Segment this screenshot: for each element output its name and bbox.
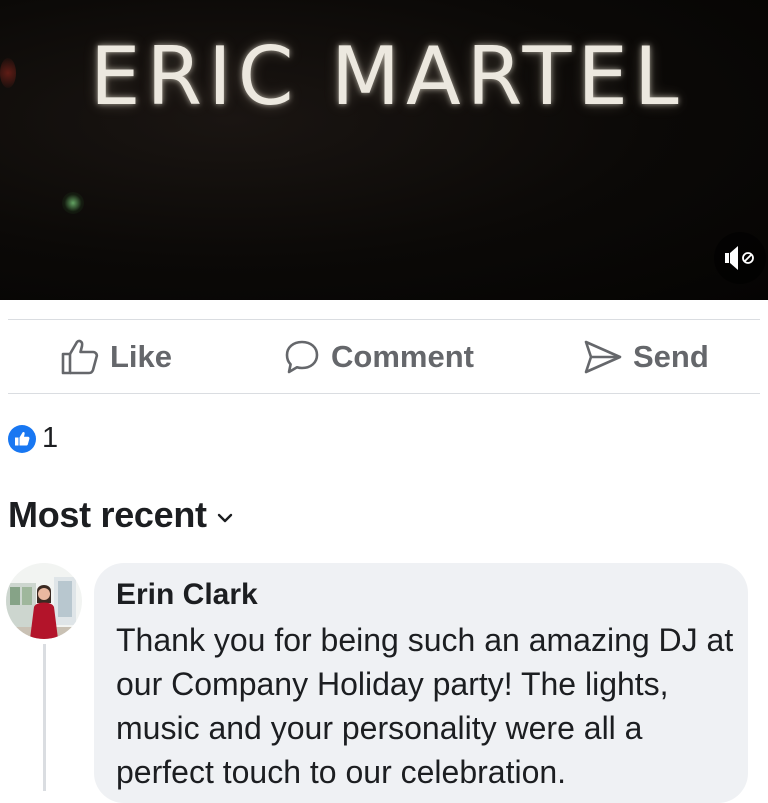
avatar[interactable] <box>6 563 82 639</box>
comment-sort-dropdown[interactable]: Most recent <box>8 494 233 536</box>
speaker-muted-icon[interactable] <box>714 232 766 284</box>
post-action-bar: Like Comment Send <box>0 320 768 394</box>
sort-label: Most recent <box>8 494 207 535</box>
thread-line <box>43 644 46 791</box>
chevron-down-icon <box>217 513 232 523</box>
comment-label: Comment <box>331 339 474 374</box>
send-label: Send <box>633 339 709 374</box>
like-label: Like <box>110 339 173 374</box>
send-button[interactable]: Send <box>583 320 709 394</box>
comment-button[interactable]: Comment <box>283 320 474 394</box>
bokeh-light <box>62 192 84 214</box>
bokeh-light <box>0 58 16 88</box>
reaction-count: 1 <box>42 422 59 454</box>
speech-bubble-icon <box>285 340 319 374</box>
like-button[interactable]: Like <box>60 320 172 394</box>
video-title-text: ERIC MARTEL <box>90 30 685 123</box>
thumbs-up-outline-icon <box>61 339 99 375</box>
reaction-summary[interactable]: 1 <box>8 422 58 455</box>
paper-plane-icon <box>584 340 622 374</box>
comment-text: Thank you for being such an amazing DJ a… <box>116 622 734 790</box>
comment-author[interactable]: Erin Clark <box>116 578 258 612</box>
divider <box>8 393 760 394</box>
video-player[interactable]: ERIC MARTEL <box>0 0 768 300</box>
like-badge-icon <box>8 424 36 453</box>
